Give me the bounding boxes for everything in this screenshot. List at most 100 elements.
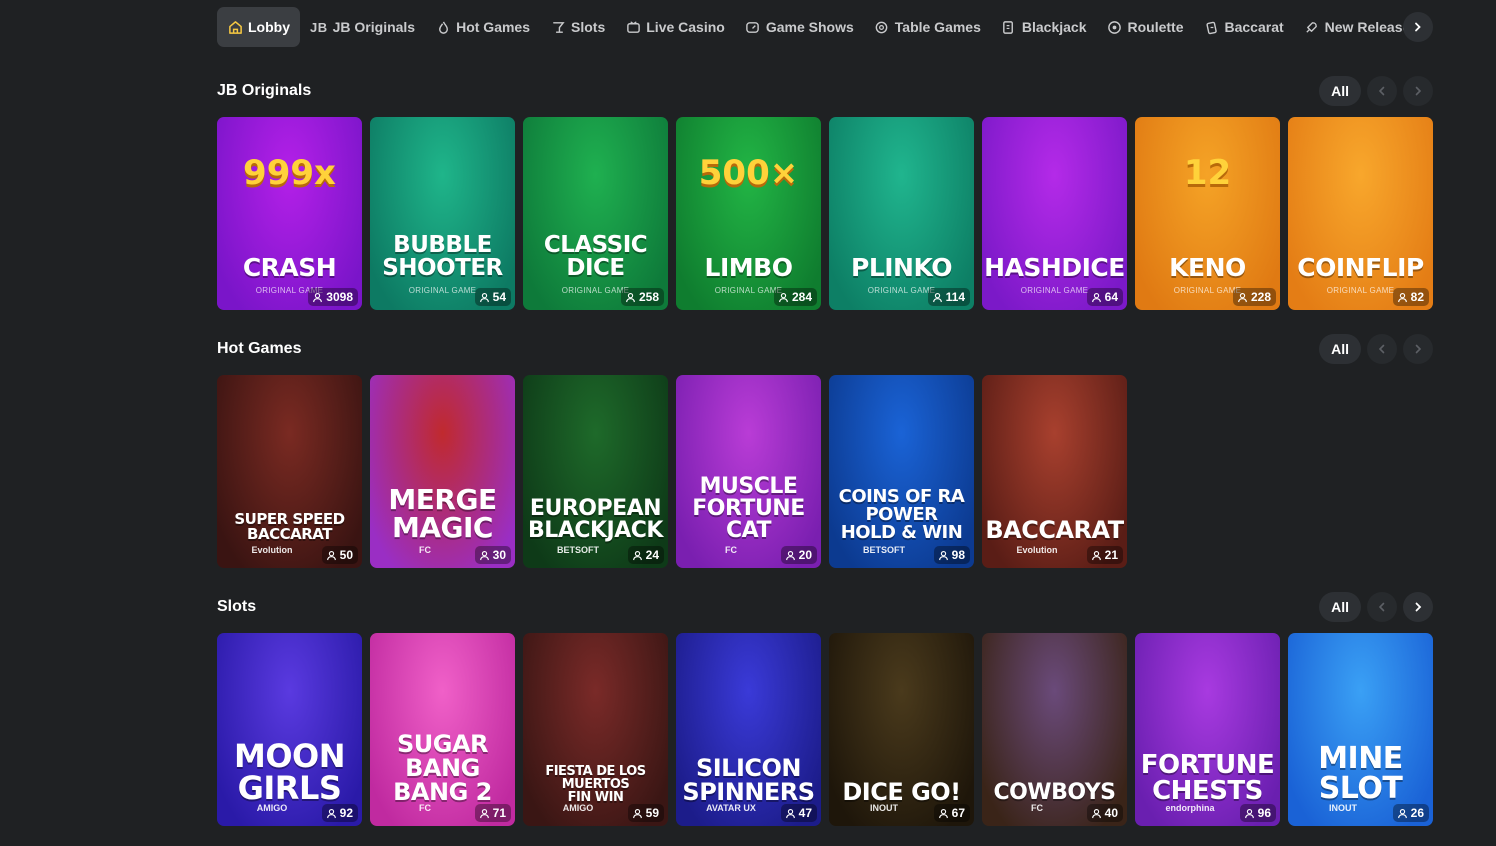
gauge-icon (745, 19, 761, 35)
game-title: COINFLIP (1297, 253, 1424, 282)
player-count: 50 (339, 548, 353, 562)
game-card[interactable]: MINE SLOT INOUT 26 (1288, 633, 1433, 826)
player-count: 228 (1250, 290, 1271, 304)
category-tab-label: Slots (571, 19, 606, 35)
game-card[interactable]: MUSCLE FORTUNE CAT FC 20 (676, 375, 821, 568)
game-card[interactable]: COINFLIP ORIGINAL GAME 82 (1288, 117, 1433, 310)
user-icon (312, 292, 323, 303)
player-count: 258 (638, 290, 659, 304)
provider-logo: AMIGO (562, 803, 594, 813)
rocket-icon (1304, 19, 1320, 35)
category-tab-label: Baccarat (1224, 19, 1284, 35)
game-card[interactable]: BUBBLE SHOOTER ORIGINAL GAME 54 (370, 117, 515, 310)
game-row: 999x CRASH ORIGINAL GAME 3098 BUBBLE SHOOTER… (217, 117, 1433, 310)
provider-logo: BETSOFT (863, 545, 905, 555)
player-count-badge: 284 (773, 288, 817, 306)
category-tab-jb-originals[interactable]: JB JB Originals (300, 7, 425, 47)
player-count-badge: 3098 (308, 288, 358, 306)
prev-button[interactable] (1367, 592, 1397, 622)
prev-button[interactable] (1367, 76, 1397, 106)
game-title: EUROPEAN BLACKJACK (528, 496, 663, 543)
section-slots: Slots All MOON GIRLS AMIGO 92 SUGAR BANG BA… (217, 592, 1433, 826)
game-title: BUBBLE SHOOTER (382, 232, 503, 281)
user-icon (1244, 808, 1255, 819)
player-count-badge: 258 (620, 288, 664, 306)
player-count-badge: 82 (1392, 288, 1429, 306)
game-card[interactable]: SUGAR BANG BANG 2 FC 71 (370, 633, 515, 826)
player-count-badge: 59 (627, 804, 664, 822)
user-icon (479, 808, 490, 819)
user-icon (785, 808, 796, 819)
game-card[interactable]: BACCARAT Evolution 21 (982, 375, 1127, 568)
category-tab-roulette[interactable]: Roulette (1097, 7, 1194, 47)
game-card[interactable]: EUROPEAN BLACKJACK BETSOFT 24 (523, 375, 668, 568)
game-art-badge: 999x (243, 153, 336, 193)
category-tab-lobby[interactable]: Lobby (217, 7, 300, 47)
nav-next-button[interactable] (1403, 12, 1433, 42)
roulette-icon (1107, 19, 1123, 35)
view-all-button[interactable]: All (1319, 592, 1361, 622)
view-all-button[interactable]: All (1319, 76, 1361, 106)
prev-button[interactable] (1367, 334, 1397, 364)
category-tab-slots[interactable]: Slots (540, 7, 615, 47)
provider-logo: FC (725, 545, 737, 555)
provider-logo: FC (419, 803, 431, 813)
game-title: DICE GO! (842, 778, 961, 806)
player-count: 82 (1410, 290, 1424, 304)
game-card[interactable]: FIESTA DE LOS MUERTOS FIN WIN AMIGO 59 (523, 633, 668, 826)
game-card[interactable]: PLINKO ORIGINAL GAME 114 (829, 117, 974, 310)
player-count: 59 (645, 806, 659, 820)
player-count: 20 (798, 548, 812, 562)
category-tab-hot-games[interactable]: Hot Games (425, 7, 540, 47)
user-icon (1237, 292, 1248, 303)
game-title: SILICON SPINNERS (682, 754, 815, 806)
player-count: 54 (492, 290, 506, 304)
game-card[interactable]: 500× LIMBO ORIGINAL GAME 284 (676, 117, 821, 310)
game-card[interactable]: COINS OF RA POWER HOLD & WIN BETSOFT 98 (829, 375, 974, 568)
game-card[interactable]: CLASSIC DICE ORIGINAL GAME 258 (523, 117, 668, 310)
view-all-button[interactable]: All (1319, 334, 1361, 364)
game-card[interactable]: COWBOYS FC 40 (982, 633, 1127, 826)
section-title: Slots (217, 598, 257, 615)
game-card[interactable]: MERGE MAGIC FC 30 (370, 375, 515, 568)
game-title: LIMBO (704, 253, 793, 282)
game-card[interactable]: 999x CRASH ORIGINAL GAME 3098 (217, 117, 362, 310)
category-tab-table-games[interactable]: Table Games (864, 7, 991, 47)
game-card[interactable]: DICE GO! INOUT 67 (829, 633, 974, 826)
section-title: Hot Games (217, 340, 302, 357)
provider-logo: INOUT (870, 803, 898, 813)
game-card[interactable]: HASHDICE ORIGINAL GAME 64 (982, 117, 1127, 310)
player-count-badge: 98 (933, 546, 970, 564)
provider-logo: AVATAR UX (706, 803, 756, 813)
game-card[interactable]: 12 KENO ORIGINAL GAME 228 (1135, 117, 1280, 310)
chevron-right-icon (1415, 22, 1421, 32)
game-card[interactable]: FORTUNE CHESTS endorphina 96 (1135, 633, 1280, 826)
player-count: 26 (1410, 806, 1424, 820)
game-card[interactable]: SILICON SPINNERS AVATAR UX 47 (676, 633, 821, 826)
game-title: BACCARAT (985, 516, 1124, 544)
player-count-badge: 26 (1392, 804, 1429, 822)
category-tab-blackjack[interactable]: Blackjack (991, 7, 1097, 47)
next-button[interactable] (1403, 592, 1433, 622)
game-title: KENO (1169, 253, 1246, 282)
game-card[interactable]: MOON GIRLS AMIGO 92 (217, 633, 362, 826)
next-button[interactable] (1403, 76, 1433, 106)
player-count-badge: 47 (780, 804, 817, 822)
next-button[interactable] (1403, 334, 1433, 364)
user-icon (1091, 808, 1102, 819)
user-icon (1397, 808, 1408, 819)
player-count: 3098 (326, 290, 353, 304)
section-title: JB Originals (217, 82, 312, 99)
category-tab-live-casino[interactable]: Live Casino (615, 7, 735, 47)
game-title: MINE SLOT (1318, 741, 1403, 806)
player-count: 98 (951, 548, 965, 562)
player-count: 67 (951, 806, 965, 820)
category-tab-game-shows[interactable]: Game Shows (735, 7, 864, 47)
category-tab-label: Roulette (1127, 19, 1184, 35)
chevron-left-icon (1378, 86, 1385, 96)
game-card[interactable]: SUPER SPEED BACCARAT Evolution 50 (217, 375, 362, 568)
category-tab-baccarat[interactable]: Baccarat (1194, 7, 1294, 47)
player-count: 47 (798, 806, 812, 820)
cocktail-icon (550, 19, 566, 35)
category-nav: Lobby JB JB Originals Hot Games Slots Live Ca… (217, 7, 1433, 47)
